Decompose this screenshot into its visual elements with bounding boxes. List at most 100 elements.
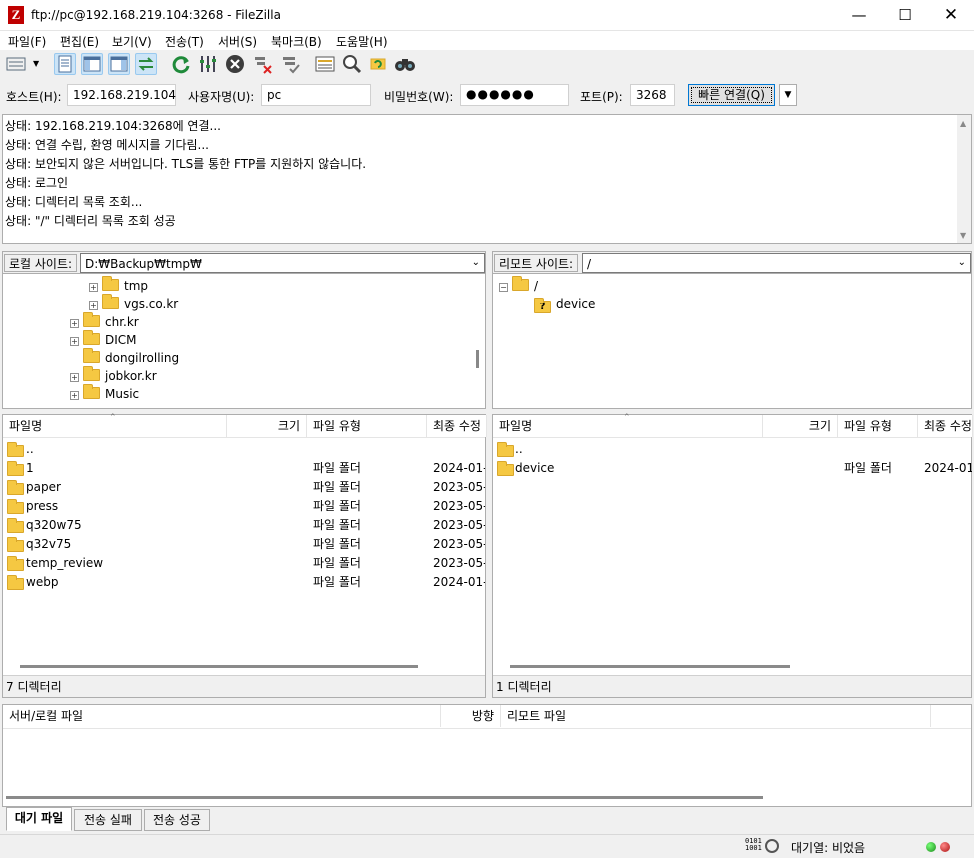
toolbar: ▼ bbox=[0, 50, 974, 80]
remote-tree-item[interactable]: − / bbox=[499, 276, 538, 295]
toggle-remote-tree-icon[interactable] bbox=[108, 53, 130, 75]
local-tree-item[interactable]: + jobkor.kr bbox=[70, 366, 157, 385]
directory-listing-filter-icon[interactable] bbox=[314, 53, 336, 75]
local-tree-item[interactable]: + tmp bbox=[89, 276, 148, 295]
username-input[interactable]: pc bbox=[261, 84, 371, 106]
folder-icon bbox=[83, 330, 100, 345]
tab-queued-files[interactable]: 대기 파일 bbox=[6, 807, 72, 831]
password-input[interactable]: ●●●●●● bbox=[460, 84, 569, 106]
reconnect-icon[interactable] bbox=[280, 53, 302, 75]
remote-directory-tree: − /? device bbox=[493, 274, 971, 408]
remote-file-row[interactable]: .. bbox=[493, 440, 971, 459]
disconnect-icon[interactable] bbox=[252, 53, 274, 75]
tab-failed-transfers[interactable]: 전송 실패 bbox=[74, 809, 142, 831]
remote-tree-item[interactable]: ? device bbox=[521, 295, 595, 313]
close-button[interactable]: ✕ bbox=[928, 0, 974, 31]
local-tree-item[interactable]: + Music bbox=[70, 384, 139, 403]
menu-transfer[interactable]: 전송(T) bbox=[165, 33, 204, 50]
local-file-list-header: 파일명 ⌃ 크기 파일 유형 최종 수정 bbox=[3, 413, 487, 438]
log-scrollbar[interactable]: ▲ ▼ bbox=[957, 115, 971, 243]
quickconnect-button[interactable]: 빠른 연결(Q) bbox=[688, 84, 775, 106]
site-manager-dropdown-icon[interactable]: ▼ bbox=[33, 59, 39, 68]
remote-file-row[interactable]: device 파일 폴더 2024-01 bbox=[493, 459, 972, 478]
expand-toggle-icon[interactable]: + bbox=[70, 391, 79, 400]
file-name: .. bbox=[515, 442, 523, 456]
local-file-row[interactable]: q32v75 파일 폴더 2023-05- bbox=[3, 535, 485, 554]
minimize-button[interactable]: — bbox=[836, 0, 882, 31]
compare-directories-icon[interactable] bbox=[341, 53, 363, 75]
local-list-hscrollbar[interactable] bbox=[20, 665, 418, 668]
menu-bar: 파일(F) 편집(E) 보기(V) 전송(T) 서버(S) 북마크(B) 도움말… bbox=[0, 31, 974, 50]
remote-col-modified[interactable]: 최종 수정 bbox=[918, 415, 973, 437]
file-type: 파일 폴더 bbox=[313, 499, 361, 513]
local-col-modified[interactable]: 최종 수정 bbox=[427, 415, 487, 437]
local-file-row[interactable]: paper 파일 폴더 2023-05- bbox=[3, 478, 485, 497]
toggle-message-log-icon[interactable] bbox=[54, 53, 76, 75]
tree-item-label: dongilrolling bbox=[105, 351, 180, 365]
toggle-local-tree-icon[interactable] bbox=[81, 53, 103, 75]
expand-toggle-icon[interactable]: − bbox=[499, 283, 508, 292]
log-line: 상태: 디렉터리 목록 조회... bbox=[5, 195, 143, 209]
log-line: 상태: "/" 디렉터리 목록 조회 성공 bbox=[5, 214, 176, 228]
port-input[interactable]: 3268 bbox=[630, 84, 675, 106]
remote-col-type[interactable]: 파일 유형 bbox=[838, 415, 918, 437]
host-input[interactable]: 192.168.219.104 bbox=[67, 84, 176, 106]
local-col-type[interactable]: 파일 유형 bbox=[307, 415, 427, 437]
maximize-button[interactable]: ☐ bbox=[882, 0, 928, 31]
expand-toggle-icon[interactable]: + bbox=[70, 373, 79, 382]
file-name: press bbox=[26, 499, 59, 513]
local-tree-item[interactable]: + vgs.co.kr bbox=[89, 294, 178, 313]
file-type: 파일 폴더 bbox=[313, 480, 361, 494]
local-site-label: 로컬 사이트: bbox=[4, 254, 78, 272]
local-tree-item[interactable]: + DICM bbox=[70, 330, 137, 349]
file-modified: 2024-01- bbox=[433, 461, 485, 475]
host-label: 호스트(H): bbox=[6, 90, 62, 104]
local-path-input[interactable]: D:₩Backup₩tmp₩ ⌄ bbox=[80, 253, 485, 273]
remote-col-size[interactable]: 크기 bbox=[763, 415, 838, 437]
menu-edit[interactable]: 편집(E) bbox=[60, 33, 99, 50]
site-manager-icon[interactable] bbox=[5, 53, 27, 75]
menu-bookmarks[interactable]: 북마크(B) bbox=[271, 33, 322, 50]
remote-tree-pane: 리모트 사이트: / ⌄ − /? device bbox=[492, 251, 972, 409]
menu-file[interactable]: 파일(F) bbox=[8, 33, 46, 50]
sort-ascending-icon: ⌃ bbox=[623, 413, 631, 423]
remote-list-hscrollbar[interactable] bbox=[510, 665, 790, 668]
refresh-icon[interactable] bbox=[170, 53, 192, 75]
menu-help[interactable]: 도움말(H) bbox=[336, 33, 388, 50]
file-name: q32v75 bbox=[26, 537, 72, 551]
local-file-row[interactable]: .. bbox=[3, 440, 485, 459]
expand-toggle-icon[interactable]: + bbox=[89, 301, 98, 310]
expand-toggle-icon[interactable]: + bbox=[89, 283, 98, 292]
local-file-row[interactable]: q320w75 파일 폴더 2023-05- bbox=[3, 516, 485, 535]
log-line: 상태: 192.168.219.104:3268에 연결... bbox=[5, 119, 221, 133]
expand-toggle-icon[interactable]: + bbox=[70, 319, 79, 328]
queue-col-remote-file[interactable]: 리모트 파일 bbox=[501, 705, 931, 727]
queue-col-direction[interactable]: 방향 bbox=[441, 705, 501, 727]
queue-col-local-file[interactable]: 서버/로컬 파일 bbox=[3, 705, 441, 727]
queue-hscrollbar[interactable] bbox=[6, 796, 763, 799]
local-file-rows: .. 1 파일 폴더 2024-01- paper 파일 폴더 2023-05- press 파… bbox=[3, 438, 485, 658]
local-file-row[interactable]: temp_review 파일 폴더 2023-05- bbox=[3, 554, 485, 573]
filezilla-logo-icon: Z bbox=[8, 6, 24, 24]
menu-view[interactable]: 보기(V) bbox=[112, 33, 152, 50]
local-tree-item[interactable]: + chr.kr bbox=[70, 312, 139, 331]
quickconnect-history-dropdown[interactable]: ▼ bbox=[779, 84, 797, 106]
local-file-row[interactable]: 1 파일 폴더 2024-01- bbox=[3, 459, 485, 478]
file-modified: 2024-01 bbox=[924, 461, 972, 475]
process-queue-icon[interactable] bbox=[197, 53, 219, 75]
local-file-row[interactable]: webp 파일 폴더 2024-01- bbox=[3, 573, 485, 592]
transfer-queue: 서버/로컬 파일 방향 리모트 파일 bbox=[2, 704, 972, 807]
tab-successful-transfers[interactable]: 전송 성공 bbox=[144, 809, 210, 831]
search-remote-files-icon[interactable] bbox=[394, 53, 416, 75]
expand-toggle-icon[interactable]: + bbox=[70, 337, 79, 346]
menu-server[interactable]: 서버(S) bbox=[218, 33, 257, 50]
local-tree-scrollbar[interactable] bbox=[476, 350, 479, 368]
synchronized-browsing-icon[interactable] bbox=[367, 53, 389, 75]
local-tree-item[interactable]: dongilrolling bbox=[70, 348, 180, 367]
cancel-operation-icon[interactable] bbox=[224, 53, 246, 75]
remote-path-input[interactable]: / ⌄ bbox=[582, 253, 971, 273]
toggle-transfer-queue-icon[interactable] bbox=[135, 53, 157, 75]
local-file-row[interactable]: press 파일 폴더 2023-05- bbox=[3, 497, 485, 516]
local-col-size[interactable]: 크기 bbox=[227, 415, 307, 437]
speed-limit-icon[interactable] bbox=[765, 839, 779, 853]
